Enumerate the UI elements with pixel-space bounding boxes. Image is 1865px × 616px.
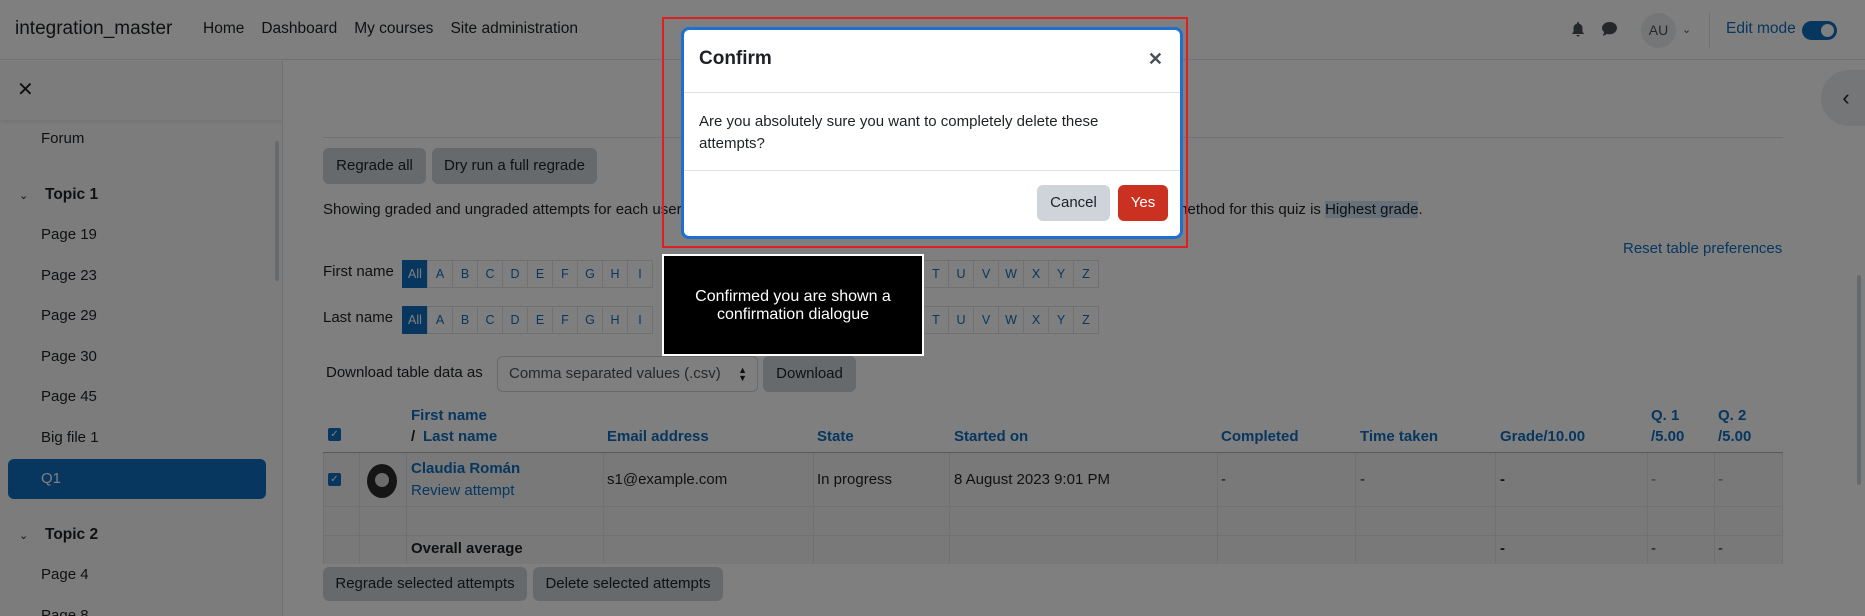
close-icon[interactable]: ✕	[1148, 49, 1163, 70]
confirm-dialog: Confirm ✕ Are you absolutely sure you wa…	[681, 27, 1183, 239]
annotation-caption: Confirmed you are shown a confirmation d…	[662, 254, 924, 356]
dialog-divider	[684, 92, 1180, 93]
dialog-title: Confirm	[699, 48, 772, 69]
dialog-message: Are you absolutely sure you want to comp…	[699, 113, 1099, 152]
cancel-button[interactable]: Cancel	[1037, 185, 1110, 221]
dialog-divider	[684, 170, 1180, 171]
annotation-text: Confirmed you are shown a confirmation d…	[695, 288, 891, 323]
yes-button[interactable]: Yes	[1118, 185, 1168, 221]
